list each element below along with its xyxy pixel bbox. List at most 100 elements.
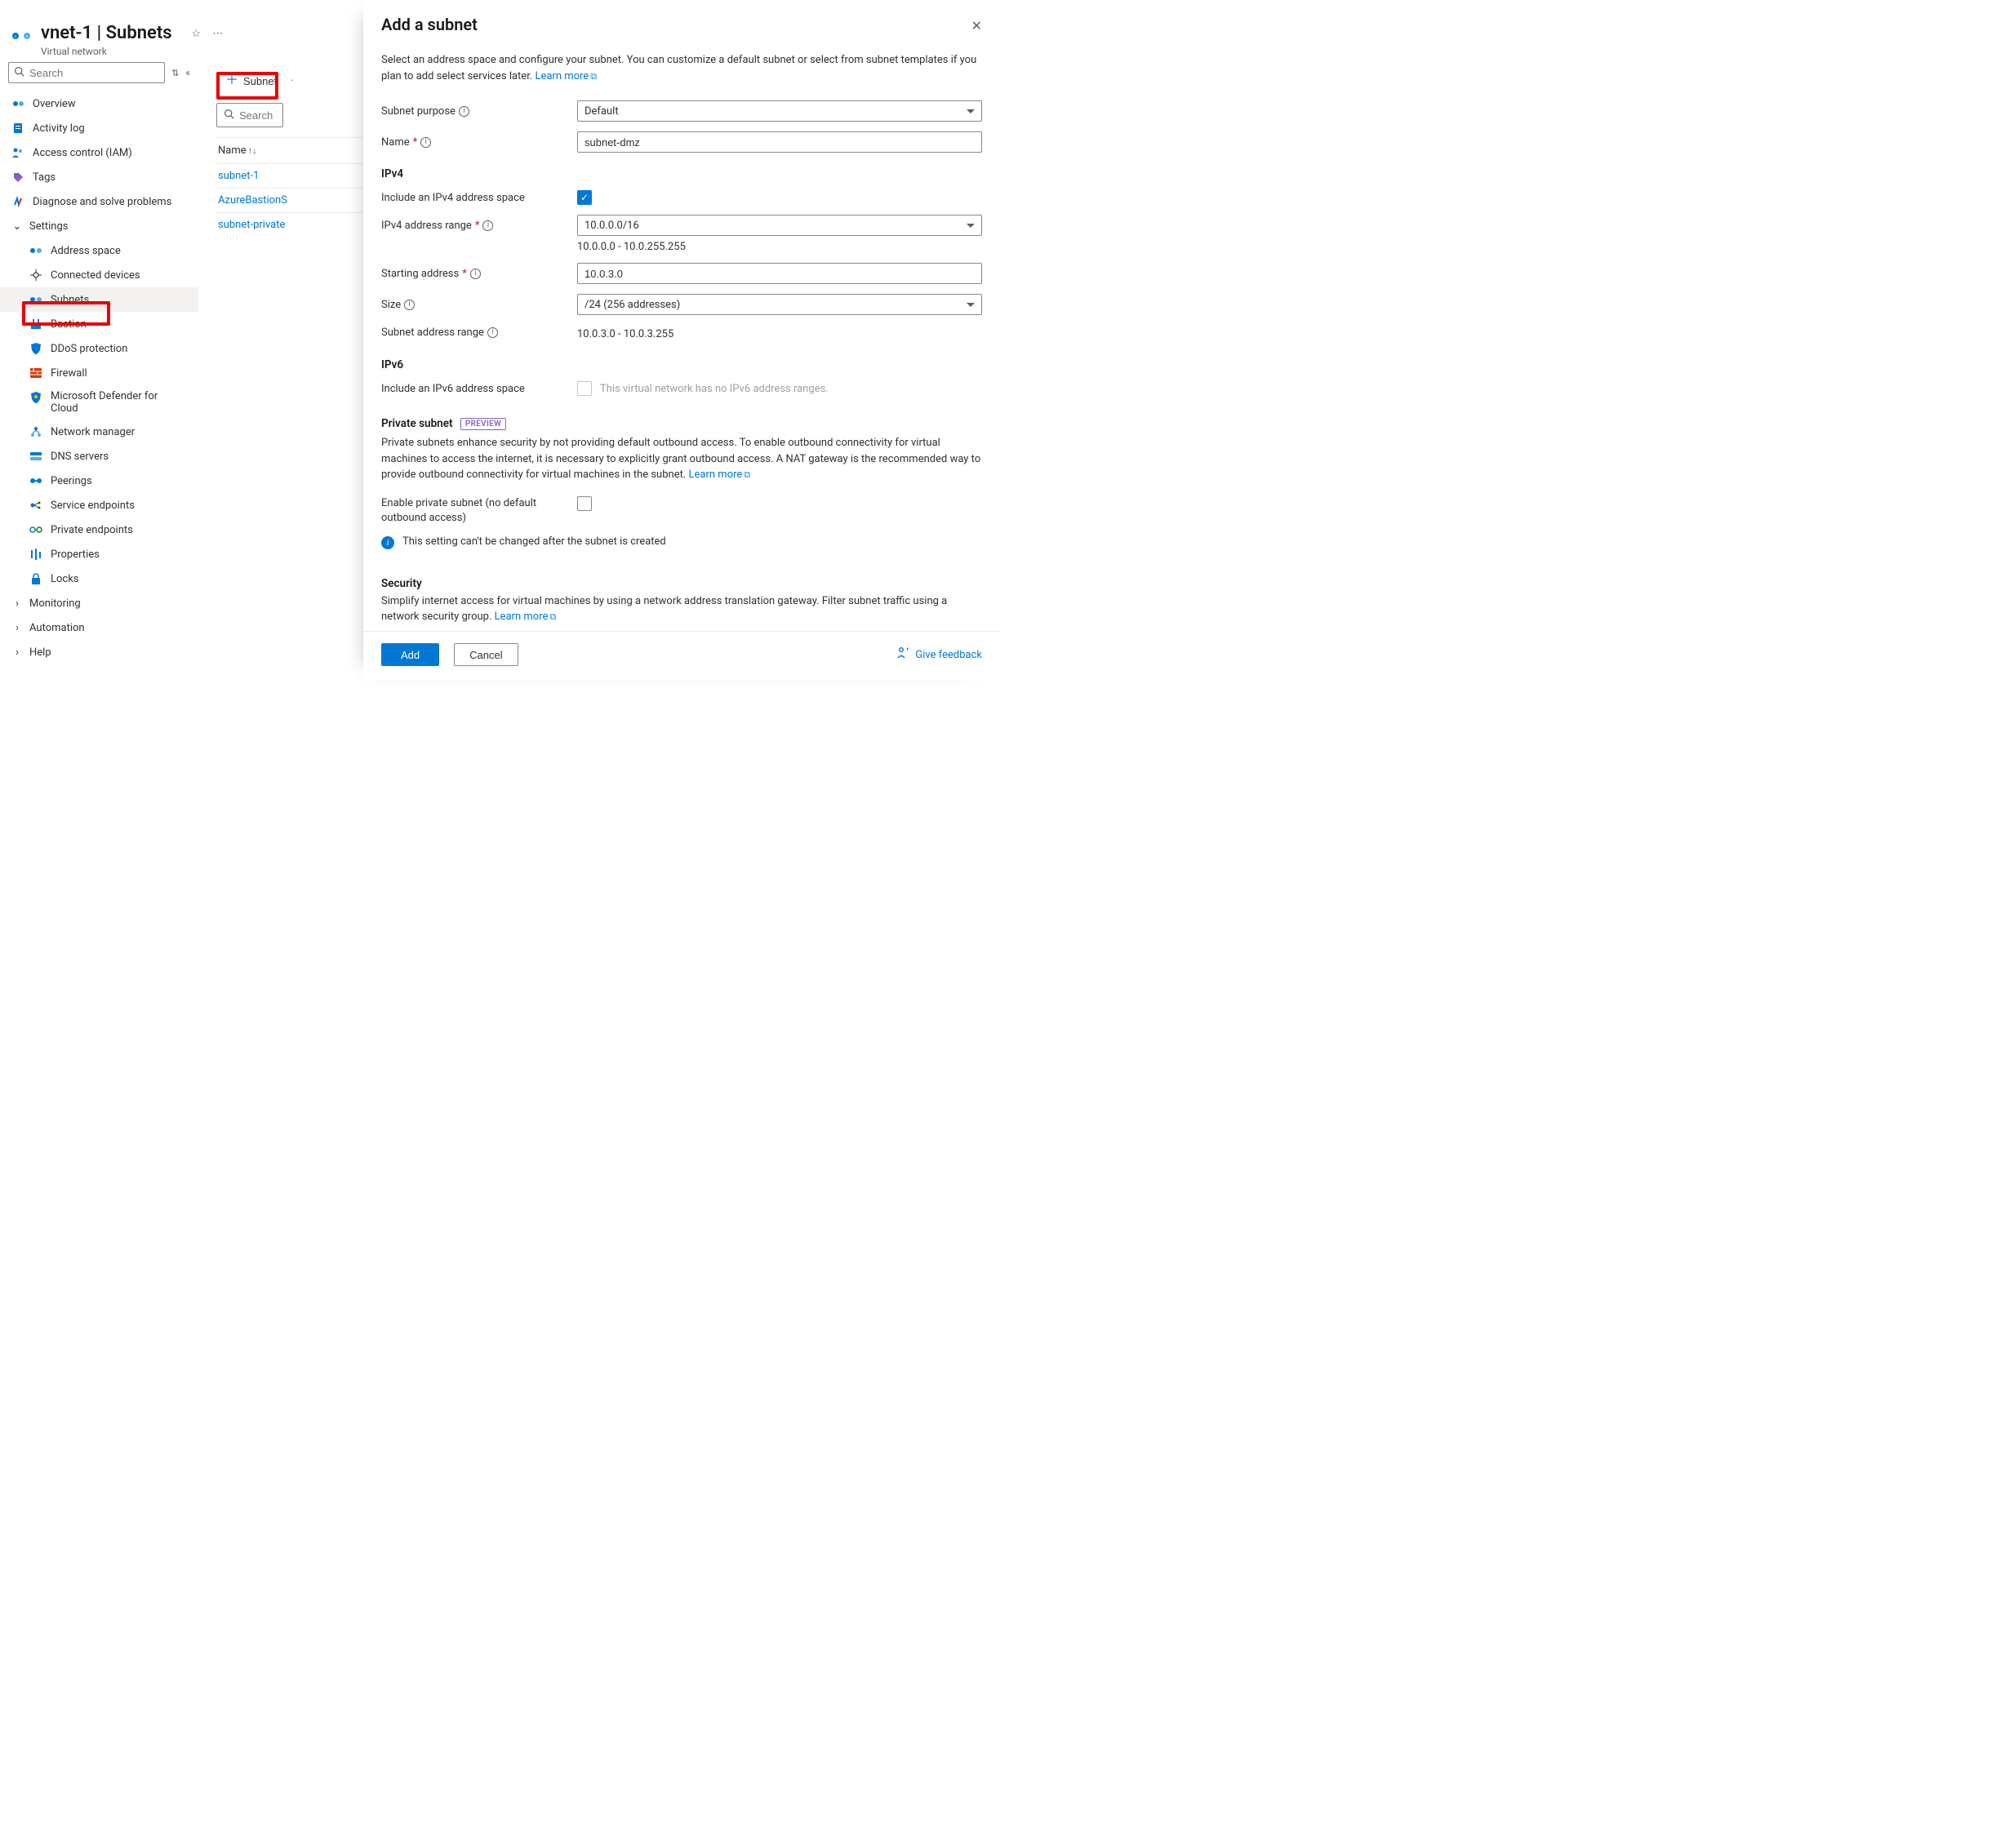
label-include-ipv4: Include an IPv4 address space <box>381 192 569 204</box>
label-enable-private: Enable private subnet (no default outbou… <box>381 496 569 526</box>
info-icon[interactable]: i <box>459 106 469 117</box>
connected-devices-icon <box>29 269 42 282</box>
add-subnet-button[interactable]: ＋ Subnet <box>216 69 286 93</box>
subnet-name-input[interactable] <box>577 131 982 153</box>
sidebar-search-input[interactable] <box>29 67 159 79</box>
external-link-icon: ⧉ <box>549 611 556 622</box>
info-icon[interactable]: i <box>487 327 498 338</box>
private-subnet-desc: Private subnets enhance security by not … <box>381 435 982 483</box>
sidebar-item-service-endpoints[interactable]: Service endpoints <box>0 493 198 518</box>
label-starting-address: Starting address * i <box>381 268 569 280</box>
subnet-search-input[interactable] <box>239 109 276 122</box>
learn-more-link[interactable]: Learn more⧉ <box>689 469 751 481</box>
label-include-ipv6: Include an IPv6 address space <box>381 383 569 395</box>
ipv4-heading: IPv4 <box>381 167 982 180</box>
info-icon[interactable]: i <box>470 269 481 279</box>
include-ipv6-checkbox <box>577 381 592 396</box>
info-icon[interactable]: i <box>420 137 431 148</box>
overview-icon <box>11 97 24 110</box>
collapse-sidebar-icon[interactable]: « <box>185 67 190 78</box>
sidebar-item-bastion[interactable]: Bastion <box>0 312 198 336</box>
label-subnet-range: Subnet address range i <box>381 327 569 339</box>
sidebar-item-defender[interactable]: Microsoft Defender for Cloud <box>0 385 198 420</box>
sidebar-group-settings[interactable]: ⌄ Settings <box>0 214 198 238</box>
label-name: Name * i <box>381 136 569 149</box>
sidebar-item-properties[interactable]: Properties <box>0 542 198 566</box>
dns-icon <box>29 450 42 463</box>
panel-footer: Add Cancel Give feedback <box>363 631 1000 681</box>
search-icon <box>224 109 234 122</box>
subnet-purpose-select[interactable]: Default <box>577 100 982 122</box>
private-warning: i This setting can't be changed after th… <box>381 535 982 549</box>
learn-more-link[interactable]: Learn more⧉ <box>495 611 557 623</box>
give-feedback-link[interactable]: Give feedback <box>897 647 982 662</box>
label-subnet-purpose: Subnet purpose i <box>381 105 569 118</box>
more-icon[interactable]: ⋯ <box>212 28 223 40</box>
star-icon[interactable]: ☆ <box>192 28 202 40</box>
enable-private-checkbox[interactable] <box>577 496 592 511</box>
sidebar-item-subnets[interactable]: Subnets <box>0 287 198 312</box>
close-button[interactable]: ✕ <box>971 18 982 34</box>
info-icon[interactable]: i <box>482 220 493 231</box>
starting-address-input[interactable] <box>577 263 982 284</box>
learn-more-link[interactable]: Learn more⧉ <box>535 70 597 82</box>
sidebar-item-iam[interactable]: Access control (IAM) <box>0 140 198 165</box>
sidebar-item-address-space[interactable]: Address space <box>0 238 198 263</box>
page-title: vnet-1 | Subnets <box>41 23 172 44</box>
sidebar-item-ddos[interactable]: DDoS protection <box>0 336 198 361</box>
shield-icon <box>29 342 42 355</box>
panel-intro: Select an address space and configure yo… <box>381 52 982 84</box>
sidebar-item-dns[interactable]: DNS servers <box>0 444 198 469</box>
subnet-link[interactable]: subnet-1 <box>218 170 259 182</box>
subnet-search[interactable] <box>216 103 283 127</box>
private-subnet-heading: Private subnet PREVIEW <box>381 417 982 430</box>
sidebar-item-diagnose[interactable]: Diagnose and solve problems <box>0 189 198 214</box>
ipv6-heading: IPv6 <box>381 358 982 371</box>
properties-icon <box>29 548 42 561</box>
chevron-right-icon: › <box>11 597 23 610</box>
close-icon: ✕ <box>971 20 982 33</box>
sidebar-item-locks[interactable]: Locks <box>0 566 198 591</box>
cancel-button[interactable]: Cancel <box>454 643 518 666</box>
info-icon[interactable]: i <box>404 300 415 310</box>
subnet-link[interactable]: subnet-private <box>218 219 285 231</box>
include-ipv4-checkbox[interactable] <box>577 190 592 205</box>
subnet-range-value: 10.0.3.0 - 10.0.3.255 <box>577 328 982 340</box>
sidebar-item-private-endpoints[interactable]: Private endpoints <box>0 518 198 542</box>
chevron-down-icon <box>967 224 975 228</box>
sidebar-item-connected-devices[interactable]: Connected devices <box>0 263 198 287</box>
sidebar-item-overview[interactable]: Overview <box>0 91 198 116</box>
subnet-link[interactable]: AzureBastionS <box>218 194 287 207</box>
ipv6-note: This virtual network has no IPv6 address… <box>600 383 829 395</box>
search-icon <box>14 66 24 80</box>
sidebar-search[interactable] <box>8 62 165 83</box>
size-select[interactable]: /24 (256 addresses) <box>577 294 982 315</box>
sidebar-item-peerings[interactable]: Peerings <box>0 469 198 493</box>
security-desc: Simplify internet access for virtual mac… <box>381 593 982 625</box>
column-name[interactable]: Name ↑↓ <box>218 144 257 157</box>
defender-icon <box>29 391 42 404</box>
sort-icon: ↑↓ <box>248 145 257 156</box>
sidebar-group-automation[interactable]: › Automation <box>0 615 198 640</box>
vnet-icon: ‹ › <box>10 24 33 47</box>
sidebar-menu: Overview Activity log Access control (IA… <box>0 87 198 664</box>
sidebar-item-tags[interactable]: Tags <box>0 165 198 189</box>
sidebar-group-monitoring[interactable]: › Monitoring <box>0 591 198 615</box>
address-space-icon <box>29 244 42 257</box>
preview-badge: PREVIEW <box>460 418 506 430</box>
panel-title: Add a subnet <box>381 15 971 34</box>
plus-icon: ＋ <box>225 74 238 87</box>
firewall-icon <box>29 366 42 380</box>
subnets-icon <box>29 293 42 306</box>
private-endpoints-icon <box>29 523 42 536</box>
ipv4-range-select[interactable]: 10.0.0.0/16 <box>577 215 982 236</box>
add-button[interactable]: Add <box>381 643 439 666</box>
sidebar-item-network-manager[interactable]: Network manager <box>0 420 198 444</box>
expand-collapse-icon[interactable]: ⇅ <box>171 68 179 78</box>
security-heading: Security <box>381 577 982 590</box>
sidebar-item-firewall[interactable]: Firewall <box>0 361 198 385</box>
sidebar-group-help[interactable]: › Help <box>0 640 198 664</box>
chevron-down-icon <box>967 303 975 307</box>
chevron-down-icon: ⌄ <box>11 220 23 233</box>
sidebar-item-activity-log[interactable]: Activity log <box>0 116 198 140</box>
